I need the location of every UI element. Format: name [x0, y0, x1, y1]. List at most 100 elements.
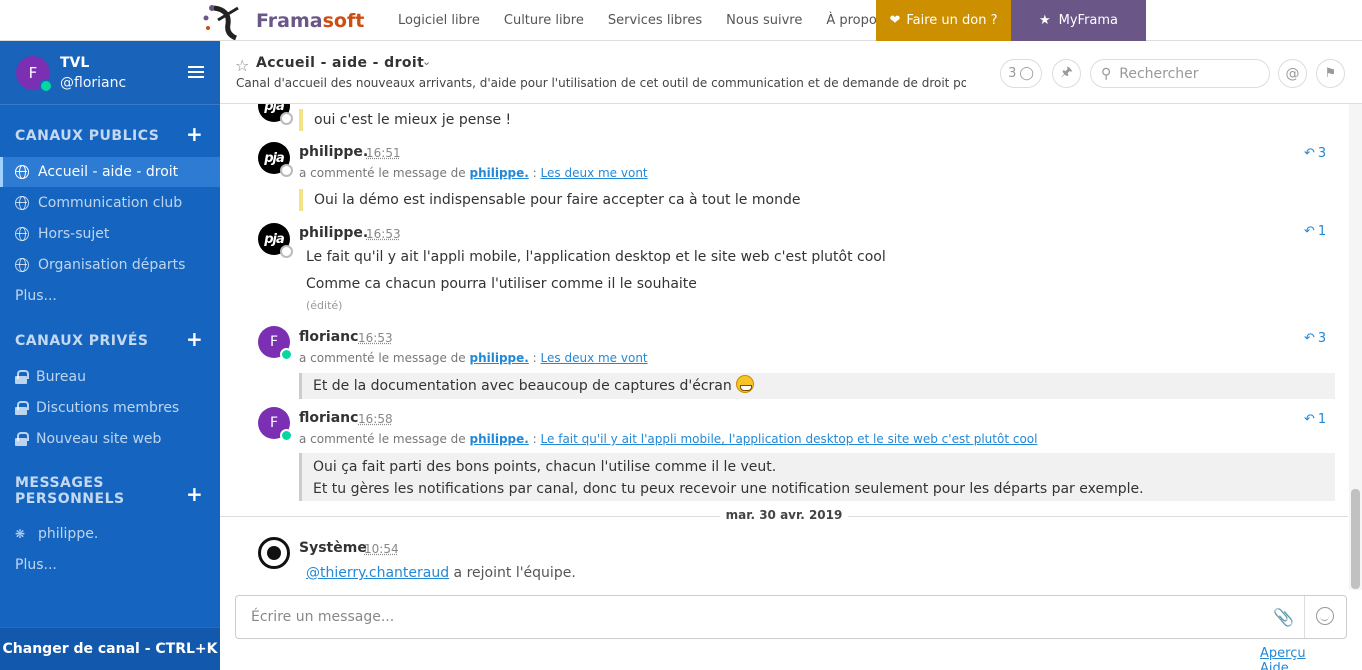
heart-icon: ❤: [889, 13, 901, 28]
sidebar-item-organisation[interactable]: Organisation départs: [0, 250, 220, 280]
sidebar-item-label: Discutions membres: [36, 400, 180, 416]
comment-link[interactable]: Le fait qu'il y ait l'appli mobile, l'ap…: [541, 432, 1038, 446]
sidebar-item-label: Bureau: [36, 369, 86, 385]
offline-status-icon: [280, 245, 293, 258]
chevron-down-icon[interactable]: ⌄: [422, 55, 431, 68]
sidebar-item-communication[interactable]: Communication club: [0, 188, 220, 218]
avatar[interactable]: F: [258, 407, 293, 442]
sidebar-item-bureau[interactable]: Bureau: [0, 362, 220, 392]
donate-button[interactable]: ❤ Faire un don ?: [876, 0, 1011, 41]
menu-icon[interactable]: [188, 66, 204, 78]
search-icon: ⚲: [1101, 65, 1112, 82]
message-time[interactable]: 16:51: [366, 146, 401, 160]
sidebar-item-label: Communication club: [38, 195, 183, 211]
star-icon: ★: [1038, 13, 1051, 28]
more-public-channels[interactable]: Plus...: [0, 281, 220, 311]
comment-link[interactable]: Les deux me vont: [541, 166, 648, 180]
add-dm-button[interactable]: +: [186, 482, 203, 506]
more-dm[interactable]: Plus...: [0, 550, 220, 580]
more-label: Plus...: [15, 557, 57, 573]
help-link[interactable]: Aide: [1260, 661, 1289, 670]
add-private-channel-button[interactable]: +: [186, 327, 203, 351]
sidebar-item-discutions[interactable]: Discutions membres: [0, 393, 220, 423]
message-text: Oui la démo est indispensable pour faire…: [299, 189, 800, 211]
scrollbar-thumb[interactable]: [1351, 489, 1360, 589]
message-author[interactable]: florianc: [299, 329, 358, 345]
framasoft-nav: Logiciel libre Culture libre Services li…: [386, 0, 896, 41]
message-input[interactable]: Écrire un message...: [251, 609, 394, 625]
pinned-button[interactable]: 🖈: [1052, 59, 1081, 88]
message-time[interactable]: 10:54: [364, 542, 399, 556]
reply-count-button[interactable]: ↶ 1: [1304, 224, 1326, 239]
comment-link[interactable]: Les deux me vont: [541, 351, 648, 365]
sidebar-item-dm-philippe[interactable]: ❋ philippe.: [0, 519, 220, 549]
nav-services-libres[interactable]: Services libres: [596, 13, 714, 28]
flag-icon: ⚑: [1324, 66, 1337, 81]
avatar[interactable]: pja: [258, 104, 293, 125]
date-label: mar. 30 avr. 2019: [720, 508, 848, 522]
avatar[interactable]: pja: [258, 223, 293, 258]
globe-icon: [15, 227, 29, 241]
comment-user-link[interactable]: philippe.: [469, 432, 528, 446]
member-icon: ◯: [1019, 66, 1034, 81]
comment-user-link[interactable]: philippe.: [469, 351, 528, 365]
message-time[interactable]: 16:53: [358, 331, 393, 345]
message-text: Le fait qu'il y ait l'appli mobile, l'ap…: [306, 249, 886, 265]
message-author[interactable]: philippe.: [299, 144, 368, 160]
myframa-label: MyFrama: [1058, 13, 1119, 28]
offline-status-icon: [280, 112, 293, 125]
pin-icon: 🖈: [1060, 64, 1073, 80]
message-composer[interactable]: Écrire un message... 📎: [235, 595, 1347, 639]
avatar[interactable]: F: [16, 56, 53, 93]
message-author[interactable]: philippe.: [299, 225, 368, 241]
message-time[interactable]: 16:58: [358, 412, 393, 426]
channel-name[interactable]: Accueil - aide - droit: [256, 55, 424, 71]
flagged-button[interactable]: ⚑: [1316, 59, 1345, 88]
mention-link[interactable]: @thierry.chanteraud: [306, 565, 449, 581]
framasoft-topbar: Framasoft Logiciel libre Culture libre S…: [0, 0, 1362, 41]
myframa-button[interactable]: ★ MyFrama: [1011, 0, 1146, 41]
sidebar-item-label: Organisation départs: [38, 257, 186, 273]
attachment-icon[interactable]: 📎: [1273, 608, 1294, 628]
sidebar-header[interactable]: F TVL @florianc: [0, 41, 220, 105]
system-avatar-icon: [258, 537, 290, 569]
lock-icon: [15, 370, 29, 384]
nav-nous-suivre[interactable]: Nous suivre: [714, 13, 814, 28]
sidebar-item-label: philippe.: [38, 526, 99, 542]
framasoft-logo[interactable]: Framasoft: [200, 0, 364, 41]
channel-header: ☆ Accueil - aide - droit ⌄ Canal d'accue…: [220, 41, 1362, 104]
nav-logiciel-libre[interactable]: Logiciel libre: [386, 13, 492, 28]
search-input[interactable]: ⚲ Rechercher: [1090, 59, 1270, 88]
favorite-star-icon[interactable]: ☆: [235, 56, 249, 75]
reply-count-button[interactable]: ↶ 3: [1304, 331, 1326, 346]
offline-status-icon: [280, 164, 293, 177]
preview-link[interactable]: Aperçu: [1260, 646, 1306, 661]
framasoft-brand: Framasoft: [256, 9, 365, 32]
scrollbar[interactable]: [1349, 104, 1362, 590]
sidebar-item-label: Hors-sujet: [38, 226, 110, 242]
message-quote: oui c'est le mieux je pense !: [299, 109, 511, 131]
add-public-channel-button[interactable]: +: [186, 122, 203, 146]
reply-count-button[interactable]: ↶ 1: [1304, 412, 1326, 427]
message-time[interactable]: 16:53: [366, 227, 401, 241]
dm-title: MESSAGES PERSONNELS: [15, 475, 125, 507]
mentions-button[interactable]: @: [1278, 59, 1307, 88]
members-button[interactable]: 3 ◯: [1000, 59, 1042, 88]
grinning-emoji-icon: [736, 375, 755, 393]
comment-user-link[interactable]: philippe.: [469, 166, 528, 180]
message-author[interactable]: florianc: [299, 410, 358, 426]
public-channels-title: CANAUX PUBLICS: [15, 128, 160, 144]
avatar[interactable]: pja: [258, 142, 293, 177]
sidebar-item-hors-sujet[interactable]: Hors-sujet: [0, 219, 220, 249]
nav-culture-libre[interactable]: Culture libre: [492, 13, 596, 28]
reply-count-button[interactable]: ↶ 3: [1304, 146, 1326, 161]
donate-label: Faire un don ?: [906, 13, 998, 28]
online-status-icon: [280, 429, 293, 442]
private-channels-title: CANAUX PRIVÉS: [15, 333, 149, 349]
switch-channel-button[interactable]: Changer de canal - CTRL+K: [0, 627, 220, 670]
sidebar-item-nouveau-site[interactable]: Nouveau site web: [0, 424, 220, 454]
sidebar-item-accueil[interactable]: Accueil - aide - droit: [0, 157, 220, 187]
reply-icon: ↶: [1304, 331, 1315, 346]
emoji-picker-icon[interactable]: [1316, 607, 1334, 625]
avatar[interactable]: F: [258, 326, 293, 361]
